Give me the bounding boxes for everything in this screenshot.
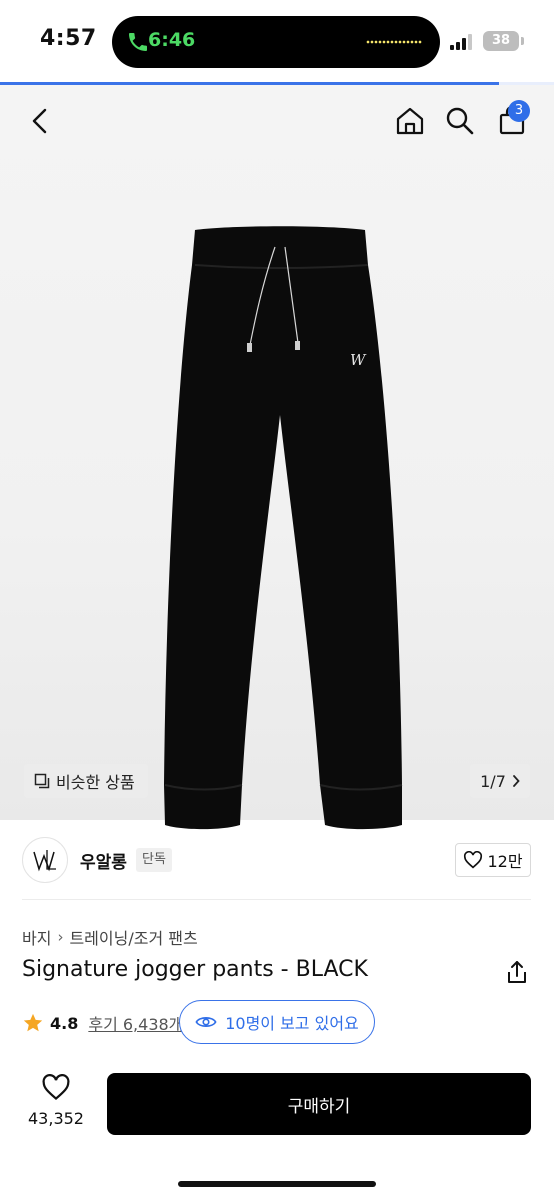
- home-indicator[interactable]: [178, 1181, 376, 1187]
- share-button[interactable]: [503, 958, 531, 986]
- eye-icon: [195, 1017, 217, 1027]
- svg-text:W: W: [350, 351, 367, 369]
- status-bar: 4:57 6:46 38: [0, 0, 554, 82]
- brand-name[interactable]: 우알롱: [80, 848, 127, 873]
- product-gallery[interactable]: 3 W 비슷한 상품 1/7: [0, 85, 554, 830]
- product-image[interactable]: W: [150, 225, 410, 845]
- search-icon: [446, 107, 474, 135]
- breadcrumb-item[interactable]: 트레이닝/조거 팬츠: [69, 925, 197, 949]
- cart-count-badge: 3: [508, 100, 530, 122]
- exclusive-badge: 단독: [136, 848, 172, 872]
- buy-button[interactable]: 구매하기: [107, 1073, 531, 1135]
- battery-nub: [521, 37, 524, 45]
- brand-logo-mark: [33, 850, 56, 872]
- back-icon: [32, 108, 47, 134]
- rating-row: 4.8 후기 6,438개: [22, 1011, 183, 1035]
- chevron-right-icon: [512, 775, 520, 787]
- dynamic-island[interactable]: 6:46: [112, 16, 440, 68]
- wishlist-count: 43,352: [28, 1109, 84, 1128]
- brand-logo[interactable]: [22, 837, 68, 883]
- audio-waveform-icon: [366, 40, 422, 44]
- divider: [22, 899, 531, 900]
- phone-icon: [129, 33, 147, 51]
- similar-products-button[interactable]: 비슷한 상품: [24, 764, 148, 798]
- rating-value: 4.8: [50, 1013, 79, 1033]
- image-pager[interactable]: 1/7: [470, 764, 530, 798]
- brand-like-count: 12만: [487, 852, 523, 871]
- search-button[interactable]: [442, 103, 478, 139]
- chevron-right-icon: ›: [57, 928, 64, 946]
- heart-icon: [464, 851, 483, 869]
- product-title: Signature jogger pants - BLACK: [22, 957, 368, 982]
- status-time: 4:57: [40, 26, 97, 51]
- signal-icon: [450, 34, 474, 50]
- similar-icon: [34, 773, 50, 789]
- battery-indicator: 38: [483, 31, 519, 51]
- viewers-label: 10명이 보고 있어요: [225, 1014, 359, 1033]
- image-pager-label: 1/7: [480, 771, 506, 791]
- similar-products-label: 비슷한 상품: [56, 773, 135, 792]
- breadcrumb-item[interactable]: 바지: [22, 925, 51, 949]
- home-button[interactable]: [392, 103, 428, 139]
- breadcrumb: 바지 › 트레이닝/조거 팬츠: [22, 925, 198, 949]
- call-duration: 6:46: [148, 29, 196, 51]
- share-icon: [508, 961, 526, 983]
- heart-icon: [42, 1074, 70, 1101]
- reviews-link[interactable]: 후기 6,438개: [88, 1011, 183, 1035]
- viewers-badge: 10명이 보고 있어요: [179, 1000, 375, 1044]
- brand-like-button[interactable]: 12만: [455, 843, 531, 877]
- wishlist-button[interactable]: 43,352: [24, 1074, 88, 1134]
- back-button[interactable]: [22, 103, 58, 139]
- star-icon: [23, 1013, 43, 1032]
- home-icon: [396, 107, 424, 135]
